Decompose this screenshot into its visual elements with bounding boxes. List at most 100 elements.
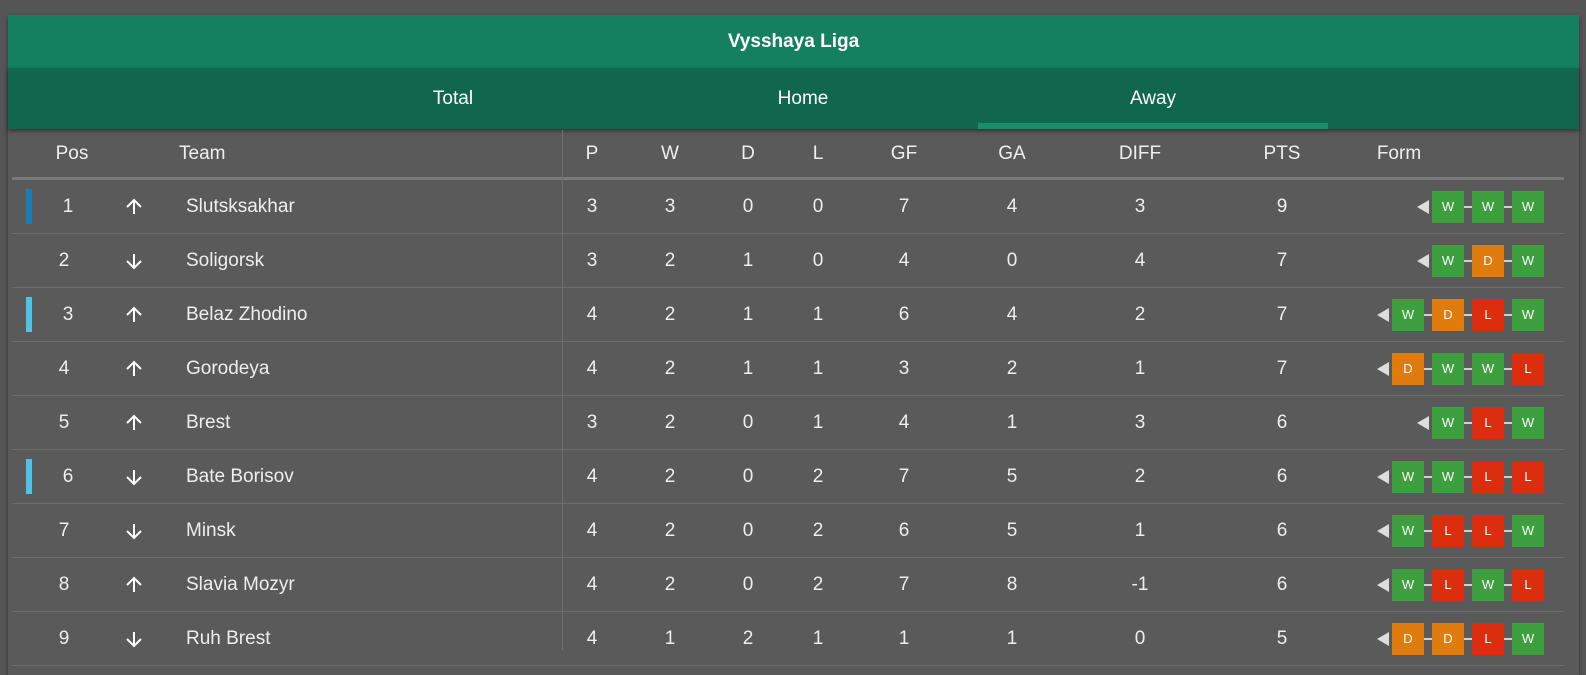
- form-badge[interactable]: L: [1472, 406, 1504, 439]
- form-badge[interactable]: W: [1472, 568, 1504, 601]
- header-diff[interactable]: DIFF: [1105, 130, 1175, 177]
- header-d[interactable]: D: [728, 130, 768, 177]
- form-badge[interactable]: W: [1512, 190, 1544, 223]
- team-name[interactable]: Ruh Brest: [186, 612, 526, 665]
- row-diff: 2: [1134, 303, 1146, 325]
- row-gf: 3: [898, 357, 910, 379]
- row-pos: 9: [58, 627, 70, 649]
- form-badge[interactable]: W: [1432, 244, 1464, 277]
- row-pos: 8: [58, 573, 70, 595]
- form-badge[interactable]: W: [1472, 190, 1504, 223]
- form-badge[interactable]: D: [1432, 622, 1464, 655]
- form-badge[interactable]: W: [1512, 298, 1544, 331]
- header-gf[interactable]: GF: [874, 130, 934, 177]
- arrow-up-icon: [116, 342, 152, 395]
- form-guide: WDW: [1417, 234, 1544, 287]
- form-badge[interactable]: W: [1432, 190, 1464, 223]
- team-name[interactable]: Slutsksakhar: [186, 180, 526, 233]
- form-badge[interactable]: W: [1512, 622, 1544, 655]
- header-l[interactable]: L: [798, 130, 838, 177]
- form-badge[interactable]: D: [1432, 298, 1464, 331]
- row-pts: 9: [1276, 195, 1288, 217]
- form-connector: [1424, 475, 1432, 478]
- form-badge[interactable]: W: [1392, 298, 1424, 331]
- header-pos[interactable]: Pos: [40, 130, 104, 177]
- row-pts: 6: [1276, 519, 1288, 541]
- table-row[interactable]: 9 Ruh Brest 4 1 2 1 1 1 0 5 D D L W: [12, 612, 1564, 666]
- row-gf: 1: [898, 627, 910, 649]
- form-arrow-icon: [1417, 199, 1429, 214]
- form-connector: [1424, 637, 1432, 640]
- form-badge[interactable]: L: [1432, 514, 1464, 547]
- form-badge[interactable]: L: [1512, 460, 1544, 493]
- form-badge[interactable]: W: [1472, 352, 1504, 385]
- form-badge[interactable]: L: [1472, 298, 1504, 331]
- form-badge[interactable]: W: [1392, 568, 1424, 601]
- table-row[interactable]: 7 Minsk 4 2 0 2 6 5 1 6 W L L W: [12, 504, 1564, 558]
- form-connector: [1504, 313, 1512, 316]
- arrow-up-icon: [116, 558, 152, 611]
- form-badge[interactable]: W: [1512, 244, 1544, 277]
- form-badge[interactable]: D: [1392, 352, 1424, 385]
- form-badge[interactable]: W: [1392, 514, 1424, 547]
- form-badge[interactable]: D: [1392, 622, 1424, 655]
- row-gf: 4: [898, 411, 910, 433]
- tab-away[interactable]: Away: [978, 68, 1328, 129]
- team-name[interactable]: Minsk: [186, 504, 526, 557]
- row-w: 2: [664, 411, 676, 433]
- form-badge[interactable]: W: [1512, 514, 1544, 547]
- team-name[interactable]: Brest: [186, 396, 526, 449]
- tab-label: Away: [1129, 87, 1177, 109]
- table-row[interactable]: 2 Soligorsk 3 2 1 0 4 0 4 7 W D W: [12, 234, 1564, 288]
- form-badge[interactable]: W: [1432, 406, 1464, 439]
- form-badge[interactable]: L: [1472, 460, 1504, 493]
- team-name[interactable]: Slavia Mozyr: [186, 558, 526, 611]
- header-team[interactable]: Team: [179, 130, 379, 177]
- form-connector: [1424, 529, 1432, 532]
- form-guide: WLW: [1417, 396, 1544, 449]
- header-pts[interactable]: PTS: [1252, 130, 1312, 177]
- form-badge[interactable]: D: [1472, 244, 1504, 277]
- row-d: 1: [742, 357, 754, 379]
- table-row[interactable]: 5 Brest 3 2 0 1 4 1 3 6 W L W: [12, 396, 1564, 450]
- tab-home[interactable]: Home: [628, 68, 978, 129]
- form-badge[interactable]: W: [1392, 460, 1424, 493]
- team-name[interactable]: Belaz Zhodino: [186, 288, 526, 341]
- tab-total[interactable]: Total: [278, 68, 628, 129]
- header-ga[interactable]: GA: [982, 130, 1042, 177]
- form-badge[interactable]: L: [1472, 622, 1504, 655]
- form-badge[interactable]: W: [1432, 352, 1464, 385]
- row-w: 1: [664, 627, 676, 649]
- row-ga: 5: [1006, 465, 1018, 487]
- team-name[interactable]: Bate Borisov: [186, 450, 526, 503]
- team-name[interactable]: Soligorsk: [186, 234, 526, 287]
- row-d: 0: [742, 411, 754, 433]
- row-pos: 4: [58, 357, 70, 379]
- form-connector: [1464, 583, 1472, 586]
- table-row[interactable]: 1 Slutsksakhar 3 3 0 0 7 4 3 9 W W W: [12, 180, 1564, 234]
- form-badge[interactable]: W: [1512, 406, 1544, 439]
- row-gf: 7: [898, 573, 910, 595]
- form-guide: WLLW: [1377, 504, 1544, 557]
- row-pos: 6: [62, 465, 74, 487]
- table-row[interactable]: 6 Bate Borisov 4 2 0 2 7 5 2 6 W W L L: [12, 450, 1564, 504]
- team-name[interactable]: Gorodeya: [186, 342, 526, 395]
- header-p[interactable]: P: [572, 130, 612, 177]
- form-badge[interactable]: W: [1432, 460, 1464, 493]
- table-row[interactable]: 8 Slavia Mozyr 4 2 0 2 7 8 -1 6 W L W L: [12, 558, 1564, 612]
- table-row[interactable]: 4 Gorodeya 4 2 1 1 3 2 1 7 D W W L: [12, 342, 1564, 396]
- header-w[interactable]: W: [650, 130, 690, 177]
- row-diff: -1: [1131, 573, 1149, 595]
- form-badge[interactable]: L: [1472, 514, 1504, 547]
- form-badge[interactable]: L: [1432, 568, 1464, 601]
- form-badge[interactable]: L: [1512, 568, 1544, 601]
- form-connector: [1464, 475, 1472, 478]
- form-guide: WDLW: [1377, 288, 1544, 341]
- row-p: 4: [586, 573, 598, 595]
- form-connector: [1464, 637, 1472, 640]
- row-w: 2: [664, 357, 676, 379]
- table-row[interactable]: 3 Belaz Zhodino 4 2 1 1 6 4 2 7 W D L W: [12, 288, 1564, 342]
- form-badge[interactable]: L: [1512, 352, 1544, 385]
- row-l: 1: [812, 411, 824, 433]
- row-ga: 2: [1006, 357, 1018, 379]
